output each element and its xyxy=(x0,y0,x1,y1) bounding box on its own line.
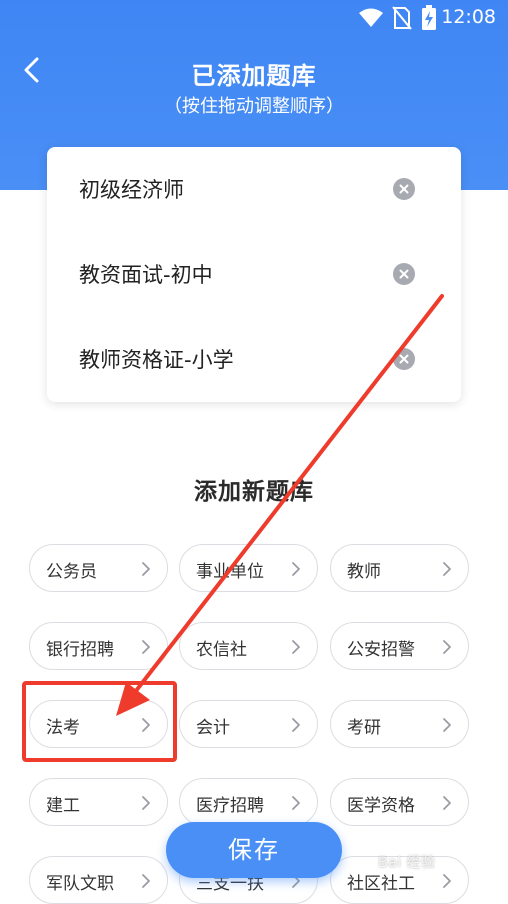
annotation-arrow xyxy=(116,294,444,716)
watermark: Bai 经验 xyxy=(378,855,436,871)
